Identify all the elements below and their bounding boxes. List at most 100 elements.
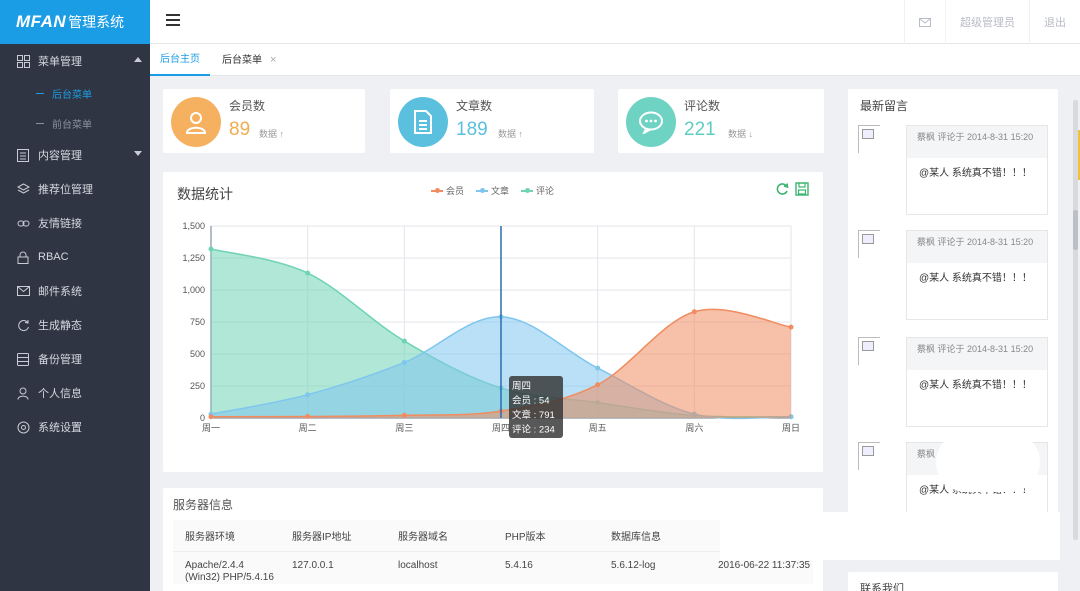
message-item: 蔡枫 评论于 2014-8-31 15:20 @某人 系统真不错！！！	[858, 125, 1050, 217]
message-item: 蔡枫 评论于 2014-8-31 15:20 @某人 系统真不错！！！	[858, 230, 1050, 322]
sidebar-item-label: 菜单管理	[38, 56, 82, 68]
y-tick-label: 1,000	[182, 285, 205, 295]
user-icon	[185, 112, 207, 134]
messages-title: 最新留言	[860, 99, 909, 113]
data-point	[401, 338, 407, 344]
refresh-icon	[16, 318, 30, 332]
y-tick-label: 0	[200, 413, 205, 423]
lock-icon	[16, 250, 30, 264]
contact-title: 联系我们	[860, 583, 904, 591]
sidebar-item-4[interactable]: 友情链接	[0, 206, 150, 240]
sidebar-item-10[interactable]: 系统设置	[0, 410, 150, 444]
app-logo[interactable]: MFAN 管理系统	[0, 0, 150, 44]
sidebar-subitem-1[interactable]: 后台菜单	[0, 78, 150, 108]
tab-home[interactable]: 后台主页	[150, 44, 210, 76]
stat-value: 189	[456, 119, 488, 140]
dash-icon	[36, 92, 44, 94]
stat-label: 文章数	[456, 99, 493, 113]
message-item: 蔡枫 评论于 2014-8-31 15:20 @某人 系统真不错！！！	[858, 337, 1050, 429]
x-tick-label: 周三	[395, 423, 413, 433]
table-cell: 2016-06-22 11:37:35	[718, 560, 811, 571]
layers-icon	[16, 182, 30, 196]
data-point	[305, 413, 311, 419]
mail-button[interactable]	[904, 0, 945, 44]
scrollbar-thumb[interactable]	[1073, 210, 1078, 250]
chevron-down-icon	[134, 151, 142, 156]
table-cell: 127.0.0.1	[292, 560, 334, 571]
gear-icon	[16, 420, 30, 434]
stat-icon-bg	[626, 97, 676, 147]
x-tick-label: 周六	[685, 422, 703, 433]
message-bubble: 蔡枫 评论于 2014-8-31 15:20 @某人 系统真不错！！！	[906, 337, 1048, 427]
avatar	[858, 125, 880, 153]
blank-overlay	[936, 432, 1040, 492]
table-cell: 5.6.12-log	[611, 560, 656, 571]
sidebar-subitem-label: 后台菜单	[52, 89, 92, 101]
data-point	[305, 392, 311, 398]
tab-backend-menu[interactable]: 后台菜单 ×	[212, 44, 286, 76]
data-point	[691, 309, 697, 315]
stat-card-articles: 文章数 189 数据 ↑	[390, 89, 594, 153]
tooltip-line: 文章 : 791	[512, 409, 555, 421]
tooltip-line: 周四	[512, 381, 531, 392]
sidebar-item-label: RBAC	[38, 251, 69, 263]
y-tick-label: 250	[190, 381, 205, 391]
sidebar-item-label: 内容管理	[38, 150, 82, 162]
document-icon	[414, 110, 432, 134]
sidebar-item-6[interactable]: 邮件系统	[0, 274, 150, 308]
stat-card-comments: 评论数 221 数据 ↓	[618, 89, 824, 153]
sidebar-item-2[interactable]: 内容管理	[0, 138, 150, 172]
message-author: 蔡枫	[917, 344, 936, 354]
message-text: @某人 系统真不错！！！	[919, 380, 1032, 391]
avatar	[858, 442, 880, 470]
sidebar-item-8[interactable]: 备份管理	[0, 342, 150, 376]
chart-card: 数据统计 会员 文章 评论 1,500 1,250 1,000 750 500 250 0 周…	[163, 172, 823, 472]
sidebar-menu: 菜单管理后台菜单前台菜单内容管理推荐位管理友情链接 RBAC 邮件系统生成静态备份管…	[0, 44, 150, 444]
table-header-cell: 服务器环境	[185, 532, 235, 543]
sidebar-item-label: 个人信息	[38, 388, 82, 400]
dash-icon	[36, 122, 44, 124]
sidebar-item-5[interactable]: RBAC	[0, 240, 150, 274]
stat-label: 会员数	[229, 99, 266, 113]
data-point	[788, 324, 794, 330]
sidebar-item-label: 邮件系统	[38, 286, 82, 298]
logout-button[interactable]: 退出	[1029, 0, 1080, 44]
message-text: @某人 系统真不错！！！	[919, 273, 1032, 284]
link-icon	[16, 216, 30, 230]
sidebar: MFAN 管理系统 菜单管理后台菜单前台菜单内容管理推荐位管理友情链接 RBAC 邮…	[0, 0, 150, 591]
chat-icon	[639, 111, 663, 134]
sidebar-item-9[interactable]: 个人信息	[0, 376, 150, 410]
sidebar-subitem-2[interactable]: 前台菜单	[0, 108, 150, 138]
tab-bar: 后台主页 后台菜单 ×	[150, 44, 1080, 76]
sidebar-item-3[interactable]: 推荐位管理	[0, 172, 150, 206]
sidebar-item-label: 备份管理	[38, 354, 82, 366]
data-point	[305, 270, 311, 276]
sidebar-item-label: 推荐位管理	[38, 184, 93, 196]
scrollbar-track[interactable]	[1073, 100, 1078, 540]
arrow-down-icon: ↓	[748, 129, 754, 139]
close-icon[interactable]: ×	[270, 54, 276, 66]
user-menu[interactable]: 超级管理员	[945, 0, 1029, 44]
table-cell: localhost	[398, 560, 438, 571]
message-author: 蔡枫	[917, 132, 936, 142]
database-icon	[16, 352, 30, 366]
area-chart[interactable]: 1,5001,2501,0007505002500周一 周二 周三 周四 周五 周六 周日周…	[163, 172, 823, 472]
sidebar-item-label: 系统设置	[38, 422, 82, 434]
sidebar-item-label: 生成静态	[38, 320, 82, 332]
contact-panel: 联系我们	[848, 572, 1058, 591]
table-header-cell: 服务器域名	[398, 532, 448, 543]
data-point	[208, 414, 214, 420]
message-meta: 蔡枫 评论于 2014-8-31 15:20	[907, 338, 1047, 370]
sidebar-item-1[interactable]: 菜单管理	[0, 44, 150, 78]
app-title: 管理系统	[68, 14, 125, 30]
message-date: 评论于 2014-8-31 15:20	[937, 132, 1034, 142]
top-header: 超级管理员 退出	[150, 0, 1080, 44]
sidebar-item-7[interactable]: 生成静态	[0, 308, 150, 342]
tooltip-line: 会员 : 54	[512, 395, 550, 407]
stat-value: 89	[229, 119, 251, 140]
y-tick-label: 1,500	[182, 221, 205, 231]
y-tick-label: 500	[190, 349, 205, 359]
hamburger-icon[interactable]	[166, 14, 180, 28]
arrow-up-icon: ↑	[518, 129, 524, 139]
data-point	[401, 359, 407, 365]
